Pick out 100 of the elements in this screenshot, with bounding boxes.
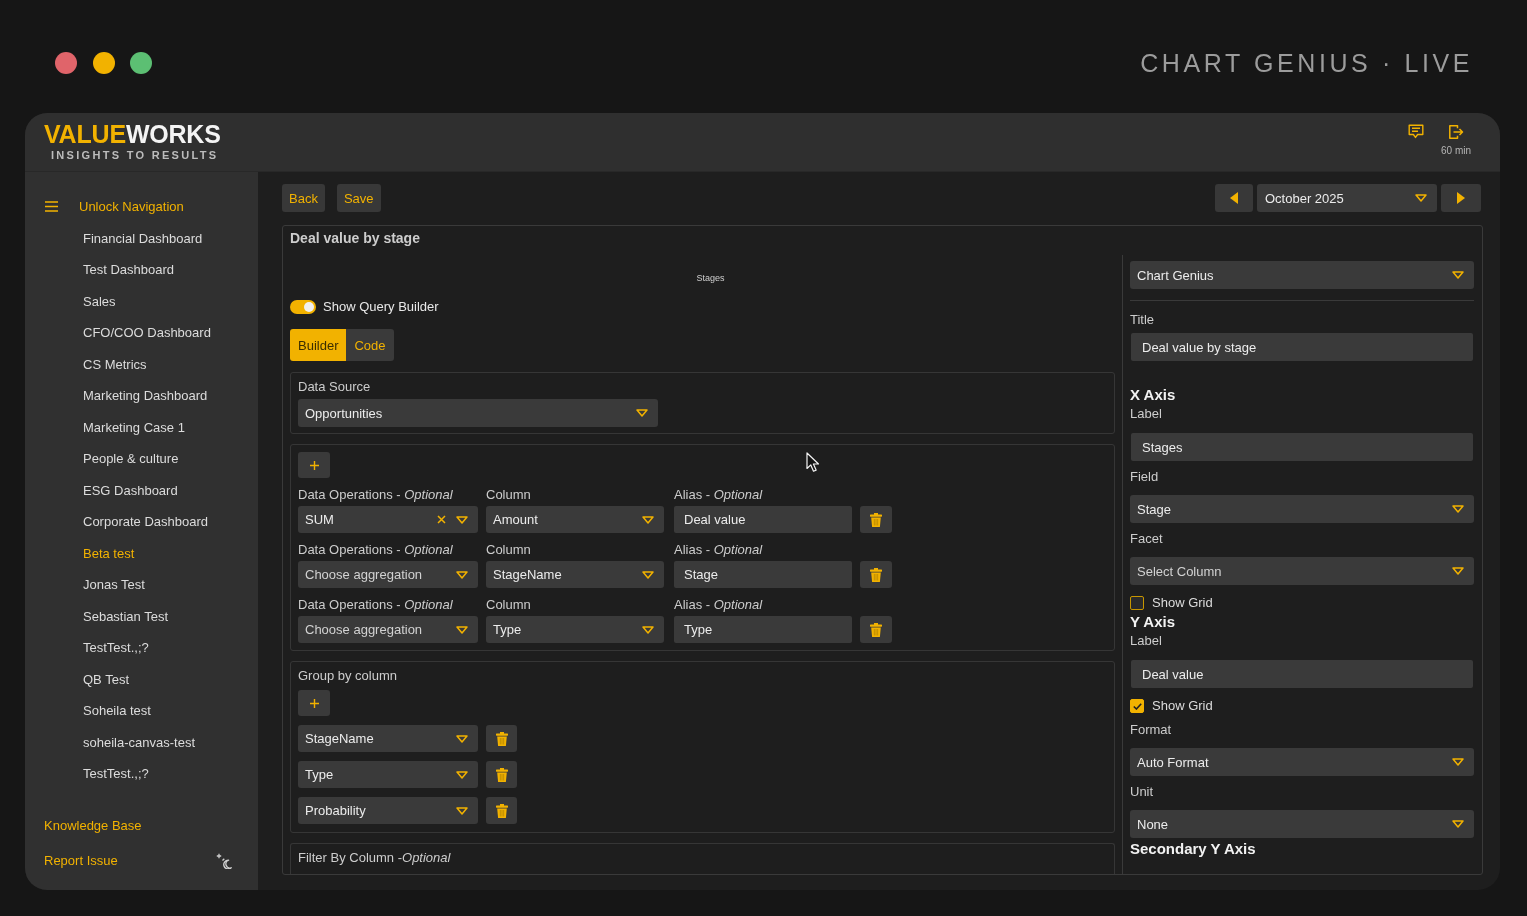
session-timer: 60 min bbox=[1441, 145, 1471, 157]
sidebar-item[interactable]: TestTest.,;? bbox=[83, 639, 149, 656]
text-input[interactable]: Stages bbox=[1131, 433, 1473, 461]
dropdown-select[interactable]: Select Column bbox=[1130, 557, 1474, 585]
section-heading: Y Axis bbox=[1130, 612, 1177, 632]
delete-button[interactable] bbox=[486, 725, 517, 752]
sidebar-item[interactable]: Marketing Case 1 bbox=[83, 418, 185, 436]
mouse-pointer-icon bbox=[806, 452, 819, 472]
sidebar-item[interactable]: People & culture bbox=[83, 450, 179, 467]
sidebar-link[interactable]: Report Issue bbox=[44, 852, 118, 869]
plus-icon bbox=[309, 698, 319, 708]
sidebar-item[interactable]: Financial Dashboard bbox=[83, 229, 203, 247]
window-maximize-button[interactable] bbox=[130, 52, 152, 74]
add-button[interactable] bbox=[298, 452, 330, 478]
toolbar-button[interactable]: Save bbox=[336, 184, 381, 212]
sidebar-item[interactable]: Sales bbox=[83, 292, 116, 310]
delete-button[interactable] bbox=[486, 761, 517, 788]
clear-icon[interactable] bbox=[437, 515, 446, 524]
field-label: Title bbox=[1130, 312, 1156, 328]
caret-icon bbox=[636, 409, 648, 417]
moon-sparkle-icon[interactable] bbox=[216, 852, 232, 869]
left-triangle-icon bbox=[1230, 192, 1238, 204]
column-select[interactable]: StageName bbox=[486, 561, 664, 588]
group-column-select[interactable]: StageName bbox=[298, 725, 478, 752]
checkbox[interactable] bbox=[1130, 596, 1144, 610]
trash-icon bbox=[870, 622, 882, 637]
alias-input[interactable]: Type bbox=[674, 616, 852, 643]
caret-icon bbox=[1452, 567, 1464, 575]
aggregation-select[interactable]: SUM bbox=[298, 506, 478, 533]
data-source-select[interactable]: Opportunities bbox=[298, 399, 658, 427]
field-label: Data Operations - Optional bbox=[298, 487, 454, 503]
title-input[interactable]: Deal value by stage bbox=[1131, 333, 1473, 361]
sidebar-item[interactable]: Test Dashboard bbox=[83, 261, 175, 278]
field-label: Unit bbox=[1130, 784, 1155, 800]
sidebar-item[interactable]: CS Metrics bbox=[83, 355, 147, 373]
trash-icon bbox=[495, 803, 508, 818]
toolbar-button[interactable]: Back bbox=[282, 184, 325, 212]
delete-button[interactable] bbox=[860, 561, 892, 588]
sidebar-item[interactable]: ESG Dashboard bbox=[83, 481, 178, 499]
field-label: Column bbox=[486, 542, 532, 558]
field-label: Facet bbox=[1130, 531, 1164, 547]
previous-month-button[interactable] bbox=[1215, 184, 1253, 212]
tab[interactable]: Builder bbox=[290, 329, 347, 361]
sidebar-link[interactable]: Knowledge Base bbox=[44, 817, 142, 834]
field-label: Group by column bbox=[298, 668, 398, 684]
window-close-button[interactable] bbox=[55, 52, 77, 74]
delete-button[interactable] bbox=[860, 616, 892, 643]
caret-icon bbox=[456, 770, 468, 779]
section-heading: X Axis bbox=[1130, 385, 1177, 405]
logo-wordmark: VALUEWORKS bbox=[44, 122, 221, 147]
sidebar-item[interactable]: QB Test bbox=[83, 670, 129, 688]
logout-icon[interactable] bbox=[1448, 124, 1464, 140]
delete-button[interactable] bbox=[486, 797, 517, 824]
field-label: Data Source bbox=[298, 379, 372, 395]
caret-icon bbox=[1415, 194, 1427, 202]
caret-icon bbox=[642, 625, 654, 634]
text-input[interactable]: Deal value bbox=[1131, 660, 1473, 688]
window-minimize-button[interactable] bbox=[92, 52, 115, 74]
add-button[interactable] bbox=[298, 690, 330, 716]
chart-title: Deal value by stage bbox=[289, 229, 421, 248]
chat-icon[interactable] bbox=[1408, 124, 1424, 140]
alias-input[interactable]: Stage bbox=[674, 561, 852, 588]
next-month-button[interactable] bbox=[1441, 184, 1481, 212]
aggregation-select[interactable]: Choose aggregation bbox=[298, 561, 478, 588]
checkbox-label: Show Grid bbox=[1152, 698, 1213, 714]
aggregation-select[interactable]: Choose aggregation bbox=[298, 616, 478, 643]
menu-icon[interactable] bbox=[45, 201, 58, 212]
group-column-select[interactable]: Probability bbox=[298, 797, 478, 824]
logo-tagline: INSIGHTS TO RESULTS bbox=[50, 149, 220, 162]
sidebar-item[interactable]: Jonas Test bbox=[83, 576, 145, 593]
section-heading: Secondary Y Axis bbox=[1130, 839, 1257, 859]
right-triangle-icon bbox=[1457, 192, 1465, 204]
sidebar-item[interactable]: Beta test bbox=[83, 544, 135, 562]
sidebar-item[interactable]: soheila-canvas-test bbox=[83, 733, 195, 751]
field-label: Label bbox=[1130, 406, 1163, 422]
dropdown-select[interactable]: Auto Format bbox=[1130, 748, 1474, 776]
month-select[interactable]: October 2025 bbox=[1257, 184, 1437, 212]
delete-button[interactable] bbox=[860, 506, 892, 533]
sidebar-item[interactable]: Corporate Dashboard bbox=[83, 513, 209, 530]
unlock-navigation-link[interactable]: Unlock Navigation bbox=[79, 198, 184, 215]
field-label: Column bbox=[486, 487, 532, 503]
caret-icon bbox=[1452, 505, 1464, 513]
column-select[interactable]: Type bbox=[486, 616, 664, 643]
tab[interactable]: Code bbox=[346, 329, 394, 361]
field-label: Data Operations - Optional bbox=[298, 542, 454, 558]
field-label: Alias - Optional bbox=[674, 597, 764, 613]
sidebar-item[interactable]: CFO/COO Dashboard bbox=[83, 324, 211, 341]
alias-input[interactable]: Deal value bbox=[674, 506, 852, 533]
column-select[interactable]: Amount bbox=[486, 506, 664, 533]
caret-icon bbox=[456, 734, 468, 743]
sidebar-item[interactable]: Marketing Dashboard bbox=[83, 387, 208, 404]
group-column-select[interactable]: Type bbox=[298, 761, 478, 788]
sidebar-item[interactable]: TestTest.,;? bbox=[83, 765, 149, 782]
sidebar-item[interactable]: Soheila test bbox=[83, 702, 151, 719]
chart-type-select[interactable]: Chart Genius bbox=[1130, 261, 1474, 289]
dropdown-select[interactable]: Stage bbox=[1130, 495, 1474, 523]
sidebar-item[interactable]: Sebastian Test bbox=[83, 607, 169, 625]
checkbox[interactable] bbox=[1130, 699, 1144, 713]
dropdown-select[interactable]: None bbox=[1130, 810, 1474, 838]
toggle-switch[interactable] bbox=[290, 300, 316, 314]
